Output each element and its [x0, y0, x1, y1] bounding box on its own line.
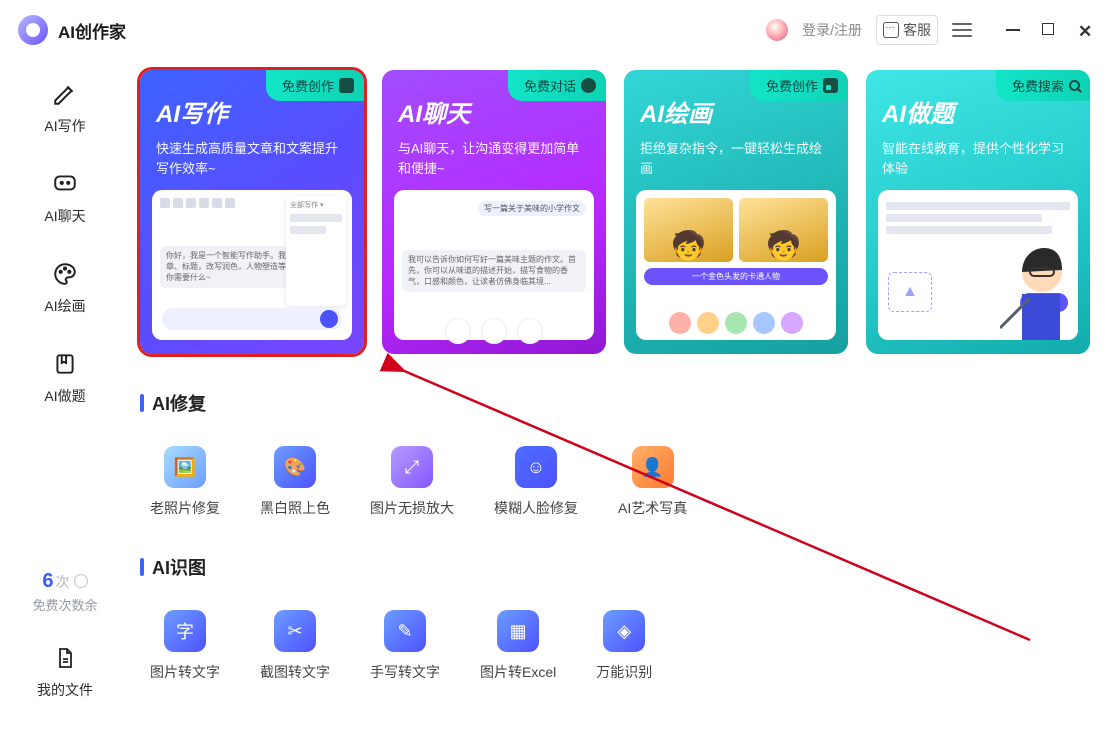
tool-bw-colorize[interactable]: 🎨黑白照上色 — [260, 446, 330, 518]
brush-icon: 🎨 — [274, 446, 316, 488]
teacher-illustration — [1000, 228, 1076, 340]
tool-img-to-excel[interactable]: ▦图片转Excel — [480, 610, 556, 682]
login-link[interactable]: 登录/注册 — [802, 20, 862, 40]
card-preview: 你好，我是一个智能写作助手。我可以帮你写文章、标题，改写润色，人物塑造等等。请告… — [152, 190, 352, 340]
service-label: 客服 — [903, 20, 931, 40]
send-icon — [320, 310, 338, 328]
card-badge: 免费创作 — [266, 70, 364, 101]
search-icon — [1069, 80, 1080, 91]
tool-img-to-text[interactable]: 字图片转文字 — [150, 610, 220, 682]
feature-card-write[interactable]: 免费创作 AI写作 快速生成高质量文章和文案提升写作效率~ 你好，我是一个智能写… — [140, 70, 364, 354]
tool-lossless-upscale[interactable]: ⤢图片无损放大 — [370, 446, 454, 518]
section-title-repair: AI修复 — [140, 390, 1090, 416]
tool-screenshot-to-text[interactable]: ✂截图转文字 — [260, 610, 330, 682]
app-title: AI创作家 — [58, 18, 126, 43]
feature-card-chat[interactable]: 免费对话 AI聊天 与AI聊天，让沟通变得更加简单和便捷~ 写一篇关于美味的小学… — [382, 70, 606, 354]
card-preview: 🧒🧒 一个金色头发的卡通人物 — [636, 190, 836, 340]
pen-icon — [51, 80, 79, 108]
card-badge: 免费对话 — [508, 70, 606, 101]
tool-universal-ocr[interactable]: ◈万能识别 — [596, 610, 652, 682]
tool-handwrite-to-text[interactable]: ✎手写转文字 — [370, 610, 440, 682]
card-preview: ▲ 开始生成 — [878, 190, 1078, 340]
app-logo — [18, 15, 48, 45]
tool-old-photo-repair[interactable]: 🖼️老照片修复 — [150, 446, 220, 518]
avatar[interactable] — [766, 19, 788, 41]
sidebar-item-myfiles[interactable]: 我的文件 — [37, 644, 93, 700]
scan-icon: ◈ — [603, 610, 645, 652]
crop-icon: ✂ — [274, 610, 316, 652]
file-icon — [51, 644, 79, 672]
portrait-icon: 👤 — [632, 446, 674, 488]
chat-bubble-icon — [51, 170, 79, 198]
tool-ai-portrait[interactable]: 👤AI艺术写真 — [618, 446, 687, 518]
face-icon: ☺ — [515, 446, 557, 488]
image-icon — [823, 78, 838, 93]
card-badge: 免费搜索 — [996, 70, 1090, 101]
maximize-button[interactable] — [1042, 23, 1056, 37]
sidebar-item-paint[interactable]: AI绘画 — [44, 260, 85, 316]
card-badge: 免费创作 — [750, 70, 848, 101]
bookmark-icon — [51, 350, 79, 378]
sidebar-item-homework[interactable]: AI做题 — [44, 350, 85, 406]
card-desc: 拒绝复杂指令，一键轻松生成绘画 — [640, 139, 832, 178]
feature-card-paint[interactable]: 免费创作 AI绘画 拒绝复杂指令，一键轻松生成绘画 🧒🧒 一个金色头发的卡通人物 — [624, 70, 848, 354]
ocr-icon: 字 — [164, 610, 206, 652]
excel-icon: ▦ — [497, 610, 539, 652]
minimize-button[interactable] — [1006, 23, 1020, 37]
palette-icon — [51, 260, 79, 288]
section-title-ocr: AI识图 — [140, 554, 1090, 580]
card-desc: 与AI聊天，让沟通变得更加简单和便捷~ — [398, 139, 590, 178]
dots-icon — [581, 78, 596, 93]
photo-icon: 🖼️ — [164, 446, 206, 488]
feature-card-homework[interactable]: 免费搜索 AI做题 智能在线教育，提供个性化学习体验 ▲ 开始生成 — [866, 70, 1090, 354]
card-preview: 写一篇关于美味的小学作文 我可以告诉你如何写好一篇美味主题的作文。首先，你可以从… — [394, 190, 594, 340]
tool-face-deblur[interactable]: ☺模糊人脸修复 — [494, 446, 578, 518]
customer-service-button[interactable]: 客服 — [876, 15, 938, 45]
close-button[interactable]: ✕ — [1078, 23, 1092, 37]
sidebar-item-write[interactable]: AI写作 — [44, 80, 85, 136]
title-bar: AI创作家 登录/注册 客服 ✕ — [0, 0, 1110, 60]
menu-button[interactable] — [952, 23, 972, 37]
chat-icon — [883, 22, 899, 38]
edit-icon — [339, 78, 354, 93]
sidebar: AI写作 AI聊天 AI绘画 AI做题 6次 免费次数余 我的文件 — [0, 60, 130, 730]
upload-box-icon: ▲ — [888, 272, 932, 312]
expand-icon: ⤢ — [391, 446, 433, 488]
free-count: 6次 免费次数余 — [32, 570, 97, 614]
card-desc: 智能在线教育，提供个性化学习体验 — [882, 139, 1074, 178]
info-icon — [74, 574, 88, 588]
main-content: 免费创作 AI写作 快速生成高质量文章和文案提升写作效率~ 你好，我是一个智能写… — [130, 60, 1110, 730]
card-desc: 快速生成高质量文章和文案提升写作效率~ — [156, 139, 348, 178]
handwrite-icon: ✎ — [384, 610, 426, 652]
sidebar-item-chat[interactable]: AI聊天 — [44, 170, 85, 226]
